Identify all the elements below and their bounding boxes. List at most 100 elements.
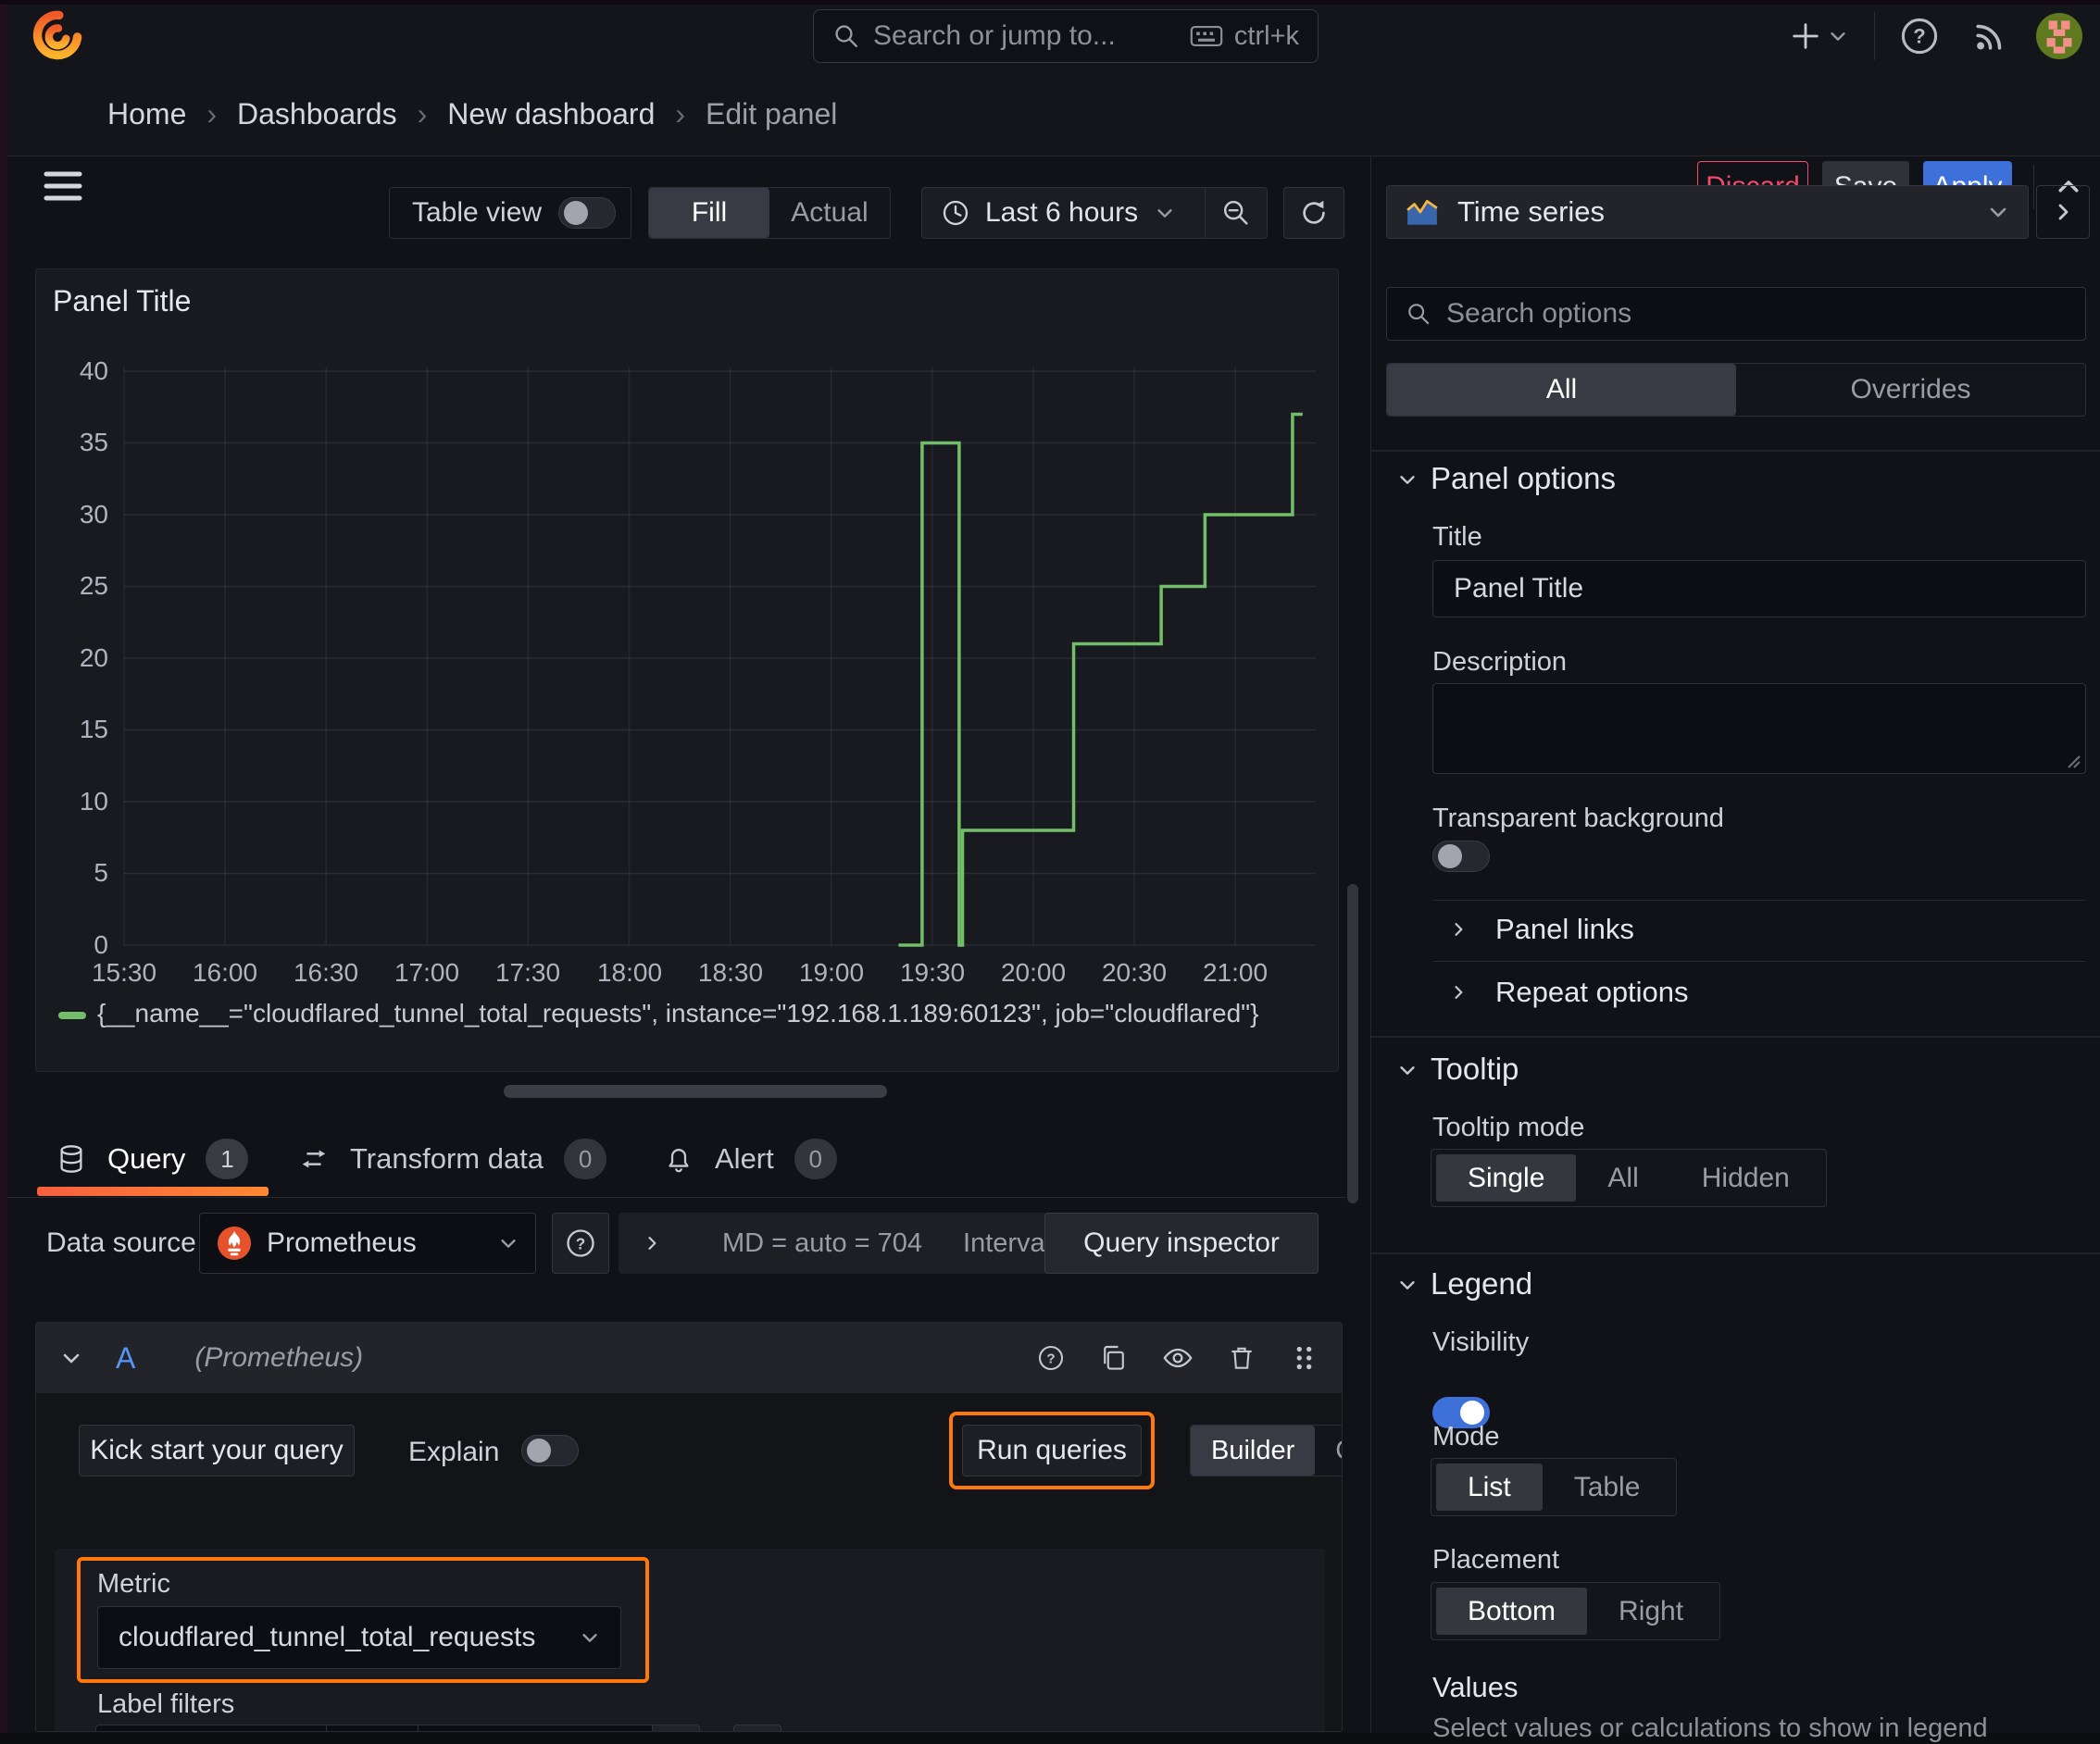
filter-all-option[interactable]: All [1387, 364, 1736, 416]
avatar[interactable] [2036, 13, 2082, 59]
news-rss-icon[interactable] [1968, 14, 2012, 58]
x-tick: 17:30 [494, 958, 561, 987]
fill-option[interactable]: Fill [649, 188, 769, 238]
keyboard-icon [1190, 22, 1223, 50]
filter-overrides-option[interactable]: Overrides [1736, 364, 2085, 416]
window-edge-left [0, 0, 7, 1733]
panel-title-input[interactable] [1432, 560, 2086, 617]
add-filter-button[interactable]: + [733, 1725, 781, 1731]
breadcrumb-home[interactable]: Home [107, 97, 186, 131]
time-range-label[interactable]: Last 6 hours [985, 197, 1138, 229]
code-option[interactable]: Code [1315, 1426, 1342, 1476]
help-icon[interactable]: ? [1897, 14, 1942, 58]
search-shortcut: ctrl+k [1233, 20, 1299, 51]
legend-mode-list[interactable]: List [1436, 1464, 1543, 1511]
query-builder-section: Metric cloudflared_tunnel_total_requests… [55, 1549, 1325, 1731]
operator-dropdown[interactable]: = [326, 1725, 419, 1731]
datasource-help-button[interactable]: ? [552, 1213, 609, 1274]
legend-series-swatch[interactable] [58, 1012, 86, 1019]
tab-query[interactable]: Query 1 [56, 1139, 249, 1179]
drag-handle-icon[interactable] [1290, 1342, 1318, 1374]
query-help-icon[interactable]: ? [1036, 1343, 1066, 1373]
time-series-chart[interactable] [36, 269, 1338, 1071]
datasource-picker[interactable]: Prometheus [199, 1213, 536, 1274]
query-row-header[interactable]: A (Prometheus) ? [36, 1323, 1342, 1393]
main-scrollbar[interactable] [1347, 884, 1358, 1203]
query-datasource-hint: (Prometheus) [194, 1342, 364, 1373]
panel-links-section[interactable]: Panel links [1449, 913, 1634, 946]
description-textarea[interactable] [1432, 683, 2086, 774]
transparent-background-toggle[interactable] [1432, 841, 1490, 872]
table-view-toggle[interactable] [558, 197, 616, 229]
run-queries-button[interactable]: Run queries [962, 1425, 1142, 1476]
time-range-chevron-down-icon[interactable] [1155, 203, 1175, 223]
tooltip-chevron-down-icon[interactable] [1397, 1060, 1418, 1080]
tooltip-mode-all[interactable]: All [1576, 1154, 1669, 1202]
tab-alert[interactable]: Alert 0 [663, 1139, 837, 1179]
tab-transform[interactable]: Transform data 0 [298, 1139, 607, 1179]
legend-placement-label: Placement [1432, 1545, 1560, 1575]
tab-transform-badge: 0 [564, 1139, 607, 1179]
panel: Panel Title 40 35 30 25 20 15 10 5 0 15:… [35, 268, 1339, 1072]
actual-option[interactable]: Actual [769, 188, 890, 238]
legend-visibility-label: Visibility [1432, 1327, 1530, 1357]
tooltip-heading[interactable]: Tooltip [1431, 1052, 1519, 1087]
breadcrumb-new-dashboard[interactable]: New dashboard [447, 97, 655, 131]
svg-text:?: ? [576, 1235, 585, 1252]
visualization-picker[interactable]: Time series [1386, 185, 2029, 239]
hide-query-eye-icon[interactable] [1162, 1342, 1194, 1374]
explain-toggle[interactable] [521, 1435, 579, 1466]
metric-select[interactable]: cloudflared_tunnel_total_requests [97, 1606, 621, 1669]
datasource-label: Data source [46, 1227, 196, 1258]
legend-mode-table[interactable]: Table [1543, 1464, 1672, 1511]
add-icon[interactable] [1787, 18, 1824, 55]
select-value-dropdown[interactable]: Select value [418, 1725, 653, 1731]
options-search[interactable]: Search options [1386, 287, 2086, 341]
explain-label: Explain [408, 1437, 500, 1467]
remove-filter-button[interactable]: × [652, 1725, 700, 1731]
query-collapse-chevron-down-icon[interactable] [60, 1347, 82, 1369]
database-icon [56, 1143, 87, 1175]
legend-placement-bottom[interactable]: Bottom [1436, 1588, 1588, 1635]
duplicate-query-icon[interactable] [1099, 1343, 1129, 1373]
top-navbar: Search or jump to... ctrl+k ? [0, 0, 2100, 73]
refresh-button[interactable] [1283, 187, 1344, 239]
breadcrumb: Home › Dashboards › New dashboard › Edit… [107, 72, 837, 156]
tooltip-mode-single[interactable]: Single [1436, 1154, 1577, 1202]
builder-option[interactable]: Builder [1191, 1426, 1316, 1476]
query-inspector-button[interactable]: Query inspector [1044, 1213, 1319, 1274]
breadcrumb-bar: Home › Dashboards › New dashboard › Edit… [0, 72, 2100, 213]
x-tick: 20:30 [1101, 958, 1168, 987]
legend-chevron-down-icon[interactable] [1397, 1275, 1418, 1295]
chevron-down-icon[interactable] [1824, 22, 1852, 50]
legend-series-label[interactable]: {__name__="cloudflared_tunnel_total_requ… [97, 999, 1258, 1028]
breadcrumb-dashboards[interactable]: Dashboards [237, 97, 397, 131]
repeat-options-section[interactable]: Repeat options [1449, 976, 1689, 1009]
metric-chevron-down-icon [580, 1627, 600, 1648]
legend-placement-right[interactable]: Right [1587, 1588, 1715, 1635]
delete-query-trash-icon[interactable] [1227, 1343, 1256, 1373]
zoom-out-icon[interactable] [1206, 188, 1267, 238]
kick-start-query-button[interactable]: Kick start your query [79, 1425, 355, 1476]
legend-heading[interactable]: Legend [1431, 1266, 1532, 1302]
viz-chevron-down-icon [1987, 201, 2009, 223]
x-tick: 16:00 [192, 958, 258, 987]
builder-code-switch: Builder Code [1190, 1425, 1342, 1476]
panel-options-heading[interactable]: Panel options [1431, 461, 1616, 496]
x-tick: 15:30 [91, 958, 157, 987]
grafana-logo-icon[interactable] [30, 7, 85, 63]
select-label-dropdown[interactable]: Select label [95, 1725, 327, 1731]
transform-icon [298, 1143, 330, 1175]
tooltip-mode-hidden[interactable]: Hidden [1670, 1154, 1821, 1202]
query-ref-id[interactable]: A [116, 1341, 135, 1376]
panel-resize-handle[interactable] [504, 1085, 887, 1098]
global-search[interactable]: Search or jump to... ctrl+k [813, 9, 1319, 63]
x-tick: 20:00 [1000, 958, 1067, 987]
query-stats-group[interactable]: MD = auto = 704 Interval = 30s [619, 1213, 1054, 1274]
svg-text:?: ? [1046, 1352, 1055, 1367]
panel-options-chevron-down-icon[interactable] [1397, 469, 1418, 490]
x-tick: 17:00 [394, 958, 460, 987]
toggle-pane-button[interactable] [2036, 185, 2090, 239]
prometheus-icon [217, 1226, 252, 1261]
menu-hamburger-icon[interactable] [41, 166, 85, 206]
